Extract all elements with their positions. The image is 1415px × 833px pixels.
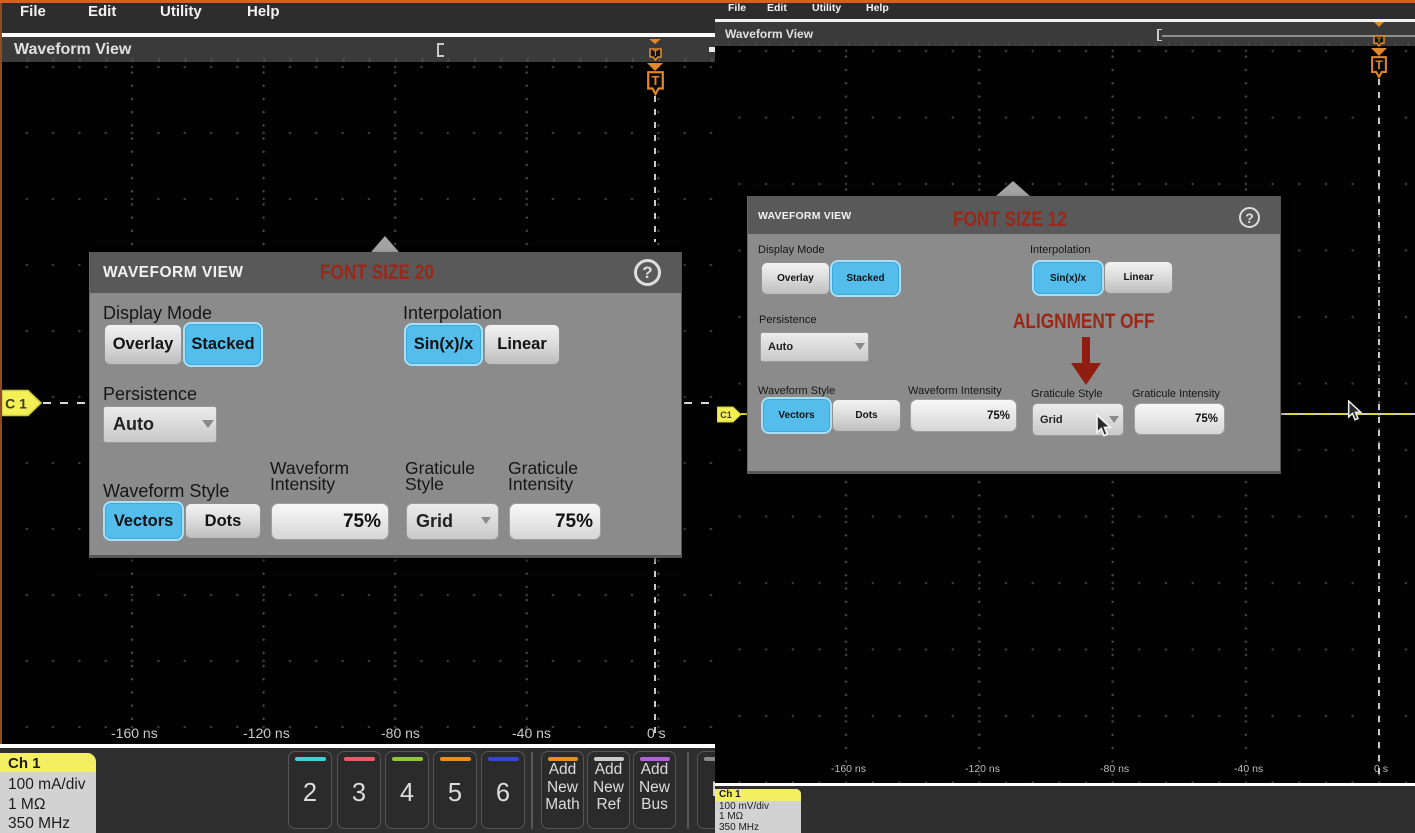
- svg-text:T: T: [653, 49, 658, 58]
- svg-text:C 1: C 1: [5, 396, 27, 412]
- svg-text:C1: C1: [720, 410, 732, 420]
- svg-text:T: T: [1375, 58, 1383, 72]
- svg-text:T: T: [1377, 38, 1382, 45]
- svg-text:T: T: [652, 73, 660, 88]
